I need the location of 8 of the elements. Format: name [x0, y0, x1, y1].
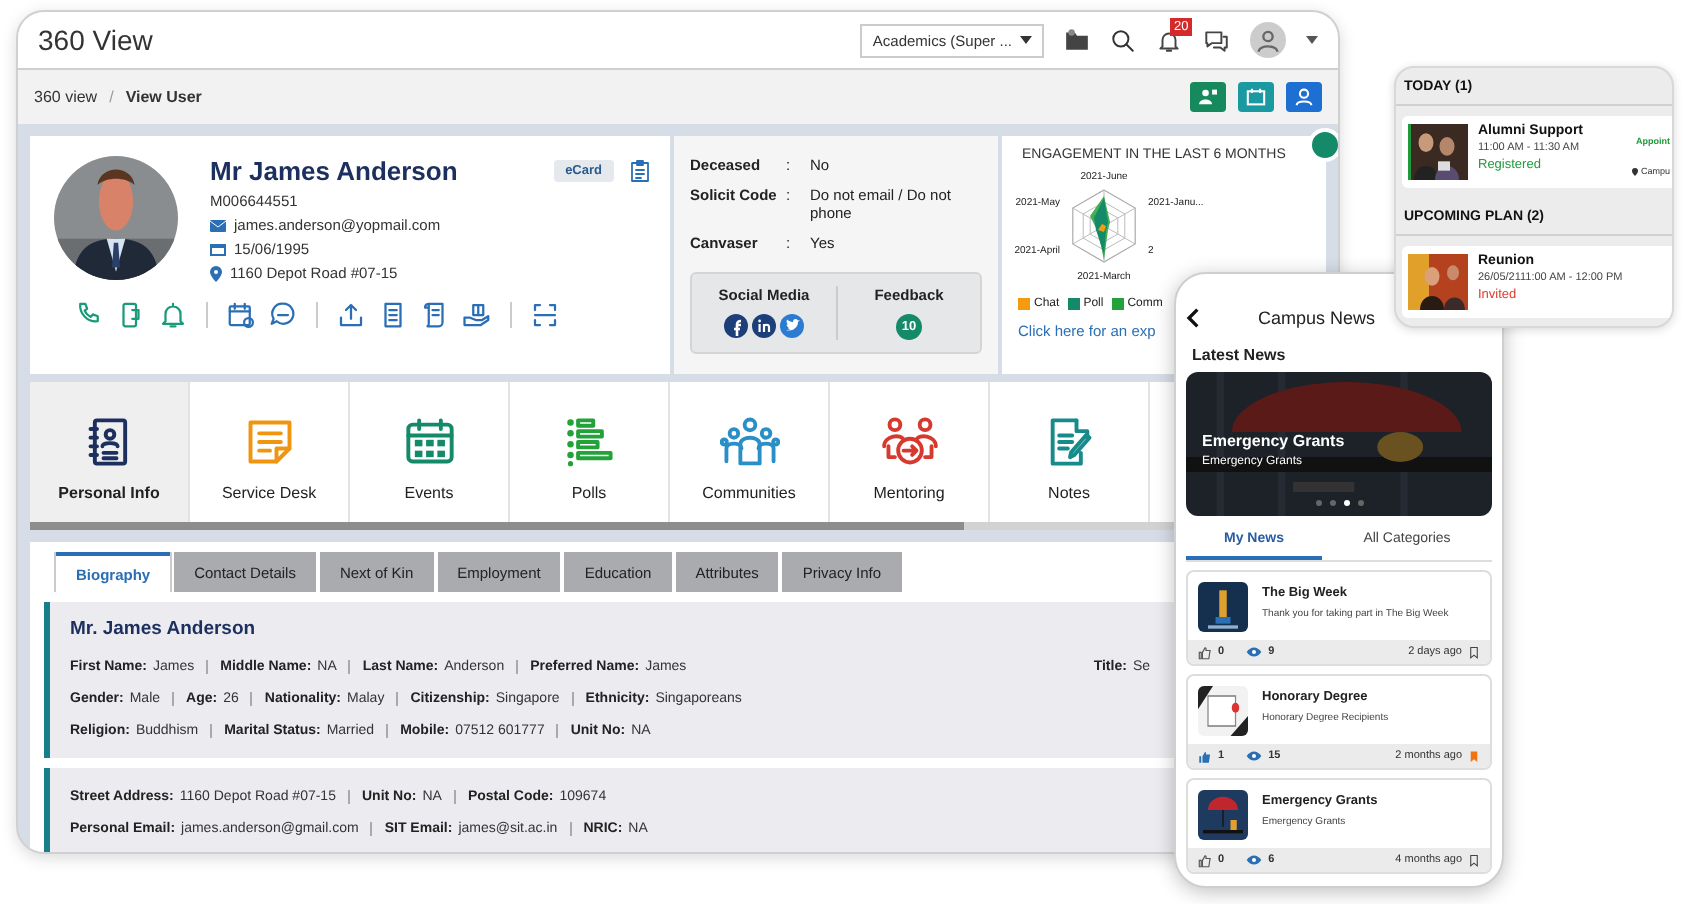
window-title: 360 View — [38, 24, 155, 56]
section-heading: Latest News — [1192, 346, 1288, 364]
profile-name: Mr James Anderson — [210, 156, 460, 186]
card-heading: Mr. James Anderson — [70, 618, 256, 640]
breadcrumb-separator: / — [109, 88, 114, 106]
breadcrumb-current: View User — [125, 88, 202, 106]
screen-title: Campus News — [1258, 308, 1376, 328]
banner-title: Emergency Grants — [1202, 432, 1345, 450]
